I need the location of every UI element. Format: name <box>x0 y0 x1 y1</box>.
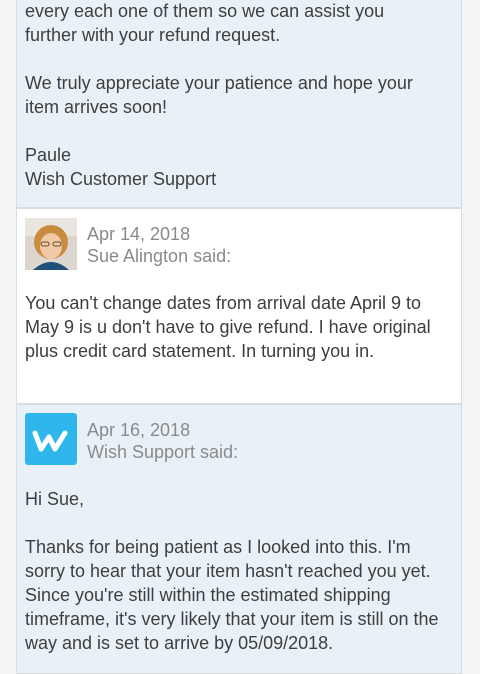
message-date: Apr 16, 2018 <box>87 420 191 440</box>
message-text: We truly appreciate your patience and ho… <box>25 73 413 117</box>
signature-name: Paule <box>25 145 72 165</box>
message-greeting: Hi Sue, <box>25 489 85 509</box>
message-card-support-2: Apr 16, 2018 Wish Support said: Hi Sue, … <box>16 404 462 674</box>
message-author: Wish Support said: <box>87 442 239 462</box>
message-card-customer: Apr 14, 2018 Sue Alington said: You can'… <box>16 208 462 404</box>
wish-w-glyph <box>32 430 68 452</box>
message-text: Thanks for being patient as I looked int… <box>25 537 439 653</box>
message-date: Apr 14, 2018 <box>87 224 191 244</box>
user-photo-avatar <box>25 218 77 270</box>
message-card-support-1: every each one of them so we can assist … <box>16 0 462 208</box>
wish-logo-icon <box>25 413 77 465</box>
message-text: You can't change dates from arrival date… <box>25 293 431 361</box>
signature-team: Wish Customer Support <box>25 169 217 189</box>
message-text: every each one of them so we can assist … <box>25 1 385 45</box>
user-avatar <box>25 218 77 270</box>
message-author: Sue Alington said: <box>87 246 232 266</box>
